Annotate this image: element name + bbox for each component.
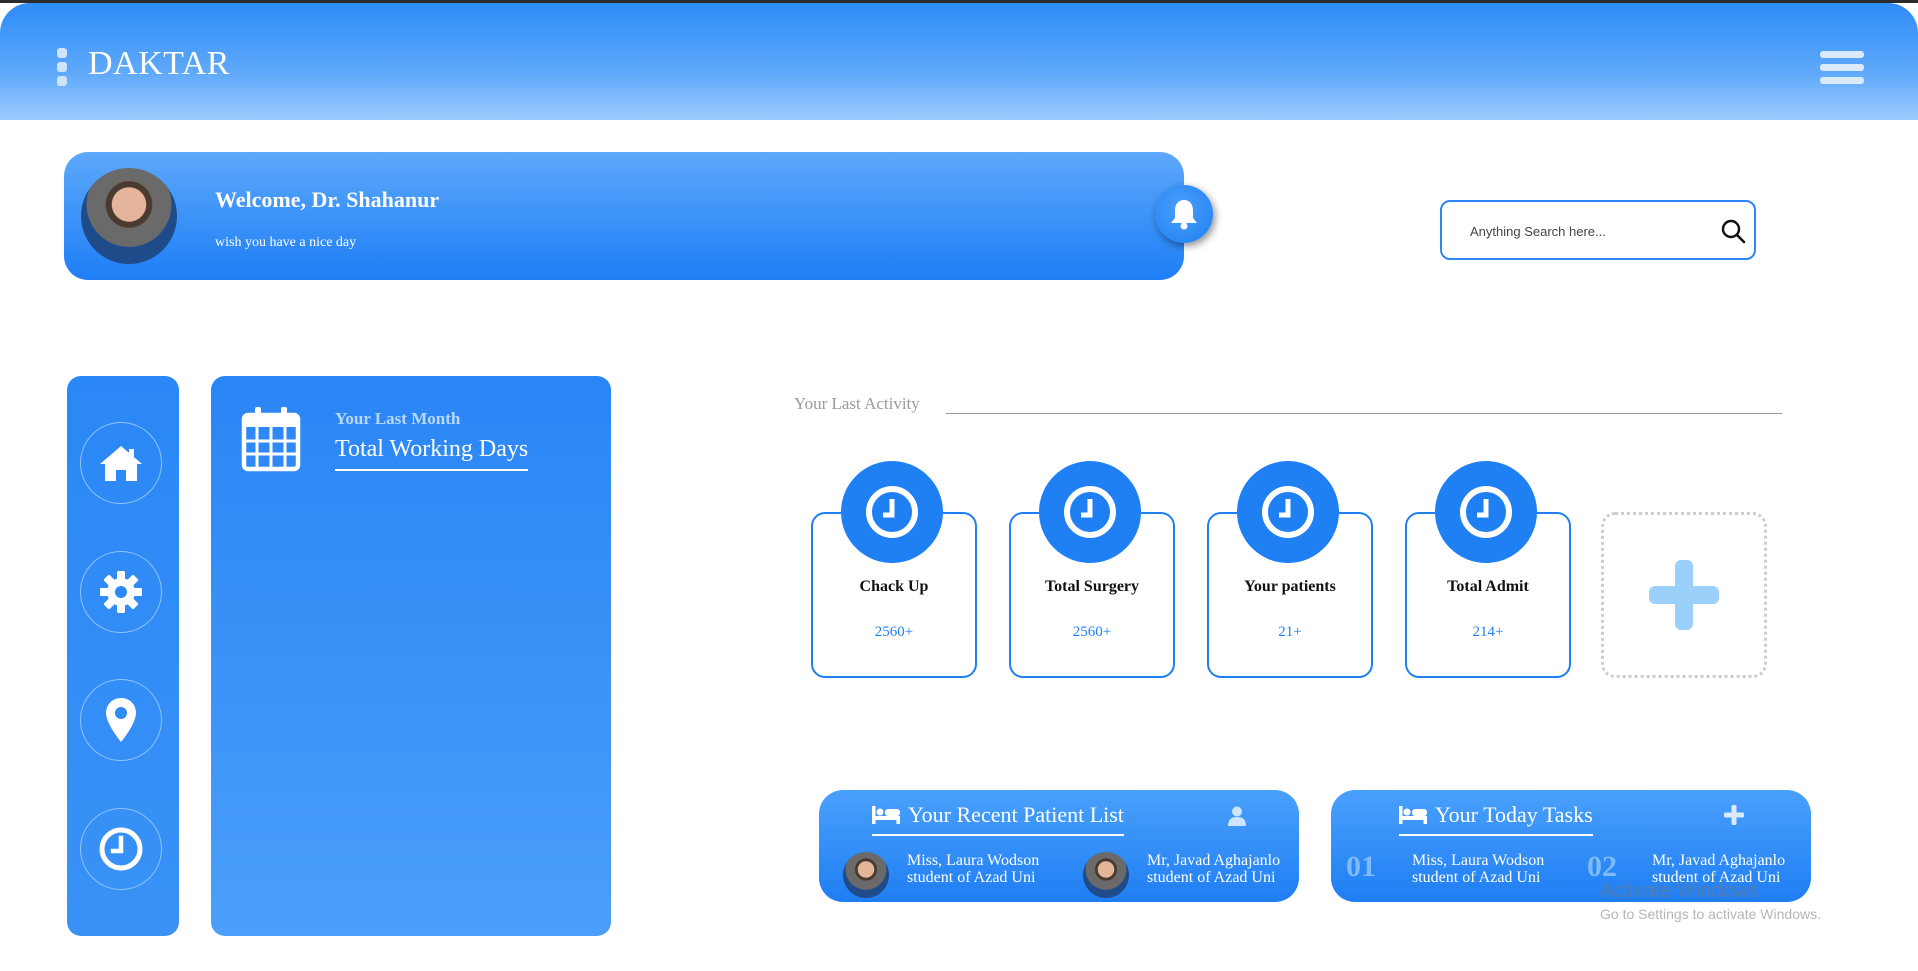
search-box	[1440, 200, 1756, 260]
clock-icon	[1262, 486, 1314, 538]
nav-history-button[interactable]	[80, 808, 162, 890]
top-header: DAKTAR	[0, 3, 1918, 120]
list-item[interactable]: Miss, Laura Wodson student of Azad Uni	[1412, 852, 1544, 886]
working-days-label: Your Last Month	[335, 409, 461, 428]
side-navigation	[67, 376, 179, 936]
clock-icon	[1460, 486, 1512, 538]
avatar	[843, 852, 889, 898]
activity-card-value: 2560+	[1072, 624, 1112, 640]
clock-icon	[1064, 486, 1116, 538]
activity-card-title: Your patients	[1244, 578, 1336, 595]
recent-patients-panel: Your Recent Patient List Miss, Laura Wod…	[819, 790, 1299, 902]
notification-button[interactable]	[1155, 185, 1213, 243]
list-item[interactable]: Miss, Laura Wodson student of Azad Uni	[907, 852, 1039, 886]
location-pin-icon	[106, 698, 136, 742]
vertical-dots-icon[interactable]	[57, 48, 67, 88]
activity-card-value: 21+	[1278, 624, 1302, 640]
task-name: Mr, Javad Aghajanlo	[1652, 852, 1786, 869]
avatar	[81, 168, 177, 264]
working-days-title: Total Working Days	[335, 436, 529, 471]
activity-clock-badge	[1039, 461, 1141, 563]
activity-card-value: 214+	[1472, 624, 1504, 640]
nav-home-button[interactable]	[80, 422, 162, 504]
activation-watermark-subtitle: Go to Settings to activate Windows.	[1600, 906, 1821, 922]
working-days-panel: Your Last Month Total Working Days	[211, 376, 611, 936]
plus-icon[interactable]	[1724, 805, 1744, 825]
hamburger-icon[interactable]	[1820, 51, 1864, 87]
user-icon[interactable]	[1228, 806, 1246, 826]
clock-icon	[99, 827, 143, 871]
patient-detail: student of Azad Uni	[1147, 869, 1276, 886]
bed-icon	[1399, 806, 1427, 824]
activity-card-value: 2560+	[874, 624, 914, 640]
activity-card-title: Chack Up	[859, 578, 929, 595]
patient-name: Miss, Laura Wodson	[907, 852, 1040, 869]
patient-detail: student of Azad Uni	[907, 869, 1036, 886]
task-number: 01	[1346, 850, 1376, 883]
activity-card-title: Total Admit	[1447, 578, 1529, 595]
activity-section-title: Your Last Activity	[794, 394, 920, 413]
home-icon	[100, 446, 142, 481]
bell-icon	[1171, 200, 1197, 230]
nav-settings-button[interactable]	[80, 551, 162, 633]
activity-clock-badge	[1435, 461, 1537, 563]
task-name: Miss, Laura Wodson	[1412, 852, 1545, 869]
welcome-title: Welcome, Dr. Shahanur	[215, 187, 440, 212]
brand-logo: DAKTAR	[88, 45, 230, 82]
recent-patients-header: Your Recent Patient List	[872, 802, 1124, 836]
add-activity-button[interactable]	[1601, 512, 1767, 678]
activity-clock-badge	[841, 461, 943, 563]
gear-icon	[100, 571, 142, 613]
avatar	[1083, 852, 1129, 898]
bed-icon	[872, 806, 900, 824]
recent-patients-title: Your Recent Patient List	[908, 802, 1124, 827]
task-number: 02	[1587, 850, 1617, 883]
patient-name: Mr, Javad Aghajanlo	[1147, 852, 1281, 869]
task-detail: student of Azad Uni	[1412, 869, 1541, 886]
calendar-icon	[241, 407, 301, 472]
plus-icon	[1649, 560, 1719, 630]
activity-clock-badge	[1237, 461, 1339, 563]
clock-icon	[866, 486, 918, 538]
nav-location-button[interactable]	[80, 679, 162, 761]
activation-watermark-title: Activate Windows	[1600, 880, 1758, 902]
activity-divider	[946, 413, 1782, 414]
search-icon[interactable]	[1720, 218, 1746, 244]
search-input[interactable]	[1468, 218, 1712, 244]
activity-card-title: Total Surgery	[1044, 578, 1140, 595]
today-tasks-title: Your Today Tasks	[1435, 802, 1593, 827]
welcome-banner: Welcome, Dr. Shahanur wish you have a ni…	[64, 152, 1184, 280]
list-item[interactable]: Mr, Javad Aghajanlo student of Azad Uni	[1147, 852, 1280, 886]
welcome-subtitle: wish you have a nice day	[215, 235, 357, 250]
today-tasks-header: Your Today Tasks	[1399, 802, 1593, 836]
